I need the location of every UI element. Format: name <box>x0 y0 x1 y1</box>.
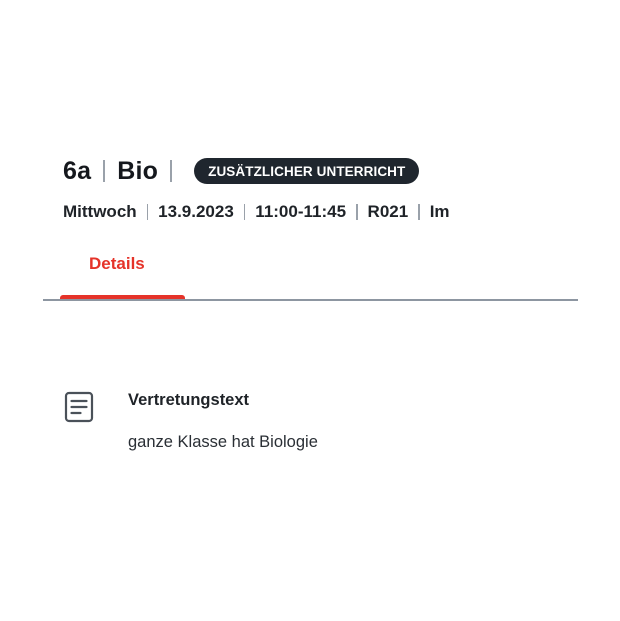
lesson-header: 6a Bio ZUSÄTZLICHER UNTERRICHT Mittwoch … <box>63 154 583 222</box>
lesson-title-row: 6a Bio ZUSÄTZLICHER UNTERRICHT <box>63 154 583 188</box>
lesson-time: 11:00-11:45 <box>255 202 347 221</box>
tab-bar: Details <box>43 245 578 301</box>
meta-separator <box>356 204 358 220</box>
lesson-meta-row: Mittwoch 13.9.2023 11:00-11:45 R021 Im <box>63 202 583 222</box>
meta-separator <box>146 204 149 220</box>
tab-bar-divider <box>43 299 578 301</box>
class-name: 6a <box>63 156 92 185</box>
room: R021 <box>367 202 409 221</box>
title-separator <box>170 160 173 182</box>
detail-heading: Vertretungstext <box>128 391 250 409</box>
meta-separator <box>243 204 246 220</box>
meta-separator <box>418 204 420 220</box>
tab-details-label: Details <box>89 254 145 273</box>
subject-name: Bio <box>117 156 159 185</box>
title-separator <box>103 160 106 182</box>
tab-details[interactable]: Details <box>60 245 185 301</box>
document-icon <box>63 390 95 424</box>
weekday: Mittwoch <box>63 202 137 221</box>
teacher: Im <box>429 202 450 221</box>
lesson-date: 13.9.2023 <box>158 202 234 221</box>
substitution-text-item: Vertretungstext ganze Klasse hat Biologi… <box>63 390 563 470</box>
status-badge: ZUSÄTZLICHER UNTERRICHT <box>194 158 420 184</box>
detail-text: ganze Klasse hat Biologie <box>128 433 318 451</box>
substitution-detail-page: 6a Bio ZUSÄTZLICHER UNTERRICHT Mittwoch … <box>0 0 620 621</box>
